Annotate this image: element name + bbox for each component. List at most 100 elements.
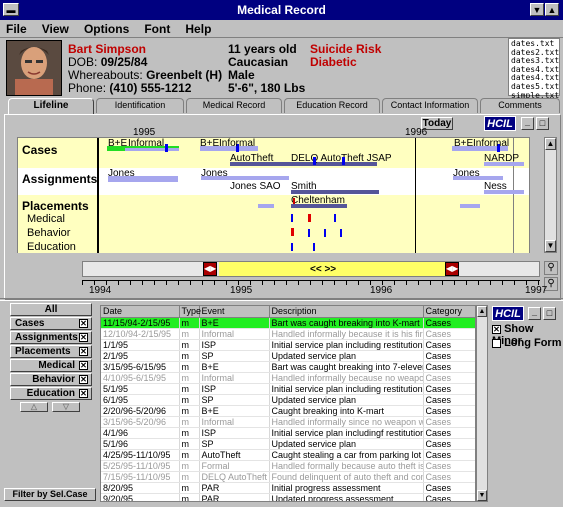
medical-event-tick[interactable]: [291, 214, 293, 222]
filter-checkbox[interactable]: ✕: [79, 347, 88, 356]
cell-description: Updated service plan: [269, 394, 424, 406]
table-scroll-up-icon[interactable]: ▲: [477, 306, 487, 317]
menu-font[interactable]: Font: [138, 20, 176, 36]
move-down-icon[interactable]: ▽: [52, 402, 80, 412]
table-scroll-down-icon[interactable]: ▼: [477, 490, 487, 501]
table-row[interactable]: 11/15/94-2/15/95 m B+E Bart was caught brea…: [101, 317, 475, 329]
scroll-down-icon[interactable]: ▼: [545, 240, 556, 252]
table-row[interactable]: 4/1/96 m ISP Initial service plan including…: [101, 427, 475, 439]
cell-category: Cases: [423, 317, 475, 329]
behavior-event-tick[interactable]: [308, 229, 310, 237]
show-minor-checkbox[interactable]: ✕: [492, 324, 501, 334]
long-form-option[interactable]: Long Form: [492, 337, 562, 349]
timeline-vscroll[interactable]: ▲ ▼: [544, 137, 557, 253]
table-vscroll[interactable]: ▲ ▼: [476, 305, 488, 502]
scroll-up-icon[interactable]: ▲: [545, 138, 556, 150]
filter-checkbox[interactable]: ✕: [79, 361, 88, 370]
assignment-bar-smith[interactable]: [291, 190, 379, 194]
cell-category: Cases: [423, 471, 475, 483]
tab-education-record[interactable]: Education Record: [284, 98, 380, 113]
column-header-event[interactable]: Event: [199, 306, 270, 318]
tab-medical-record[interactable]: Medical Record: [186, 98, 282, 113]
column-header-category[interactable]: Category: [423, 306, 475, 318]
filter-by-selected-case-button[interactable]: Filter by Sel.Case: [4, 488, 96, 501]
table-row[interactable]: 5/1/95 m ISP Initial service plan including…: [101, 383, 475, 395]
filter-cases[interactable]: Cases ✕: [10, 317, 92, 330]
behavior-event-tick[interactable]: [291, 228, 294, 236]
placement-bar[interactable]: [258, 204, 274, 208]
event-table[interactable]: Date Type Event Description Category 11/…: [100, 305, 476, 502]
table-row[interactable]: 5/1/96 m SP Updated service plan Cases: [101, 438, 475, 450]
minimize-panel-button[interactable]: _: [521, 117, 534, 130]
tab-identification[interactable]: Identification: [96, 98, 184, 113]
case-tick[interactable]: [313, 157, 316, 165]
table-row[interactable]: 7/15/95-11/10/95mDELQ AutoTheft JSFound …: [101, 471, 475, 483]
range-right-handle[interactable]: ◀▶: [445, 262, 459, 276]
case-tick[interactable]: [342, 157, 345, 165]
filter-behavior-label: Behavior: [32, 374, 75, 385]
column-header-type[interactable]: Type: [179, 306, 201, 318]
timeline-plot[interactable]: [17, 137, 530, 253]
minimize-table-button[interactable]: _: [528, 307, 541, 320]
table-row[interactable]: 4/10/95-6/15/95 m Informal Handled informal…: [101, 372, 475, 384]
minimize-icon[interactable]: ▼: [530, 3, 544, 16]
range-left-handle[interactable]: ◀▶: [203, 262, 217, 276]
table-row[interactable]: 4/25/95-11/10/95 m AutoTheft Caught stealin…: [101, 449, 475, 461]
cell-event: B+E: [199, 361, 270, 373]
menu-options[interactable]: Options: [78, 20, 135, 36]
move-up-icon[interactable]: △: [20, 402, 48, 412]
table-row[interactable]: 9/20/95 m PAR Updated progress assessment Ca…: [101, 493, 475, 501]
filter-education[interactable]: Education ✕: [10, 387, 92, 400]
whereabouts-label: Whereabouts:: [68, 68, 143, 82]
column-header-description[interactable]: Description: [269, 306, 424, 318]
education-event-tick[interactable]: [313, 243, 315, 251]
filter-assignments[interactable]: Assignments ✕: [10, 331, 92, 344]
filter-checkbox[interactable]: ✕: [79, 375, 88, 384]
table-row[interactable]: 3/15/95-6/15/95 m B+E Bart was caught break…: [101, 361, 475, 373]
maximize-panel-button[interactable]: □: [536, 117, 549, 130]
filter-checkbox[interactable]: ✕: [79, 333, 88, 342]
long-form-checkbox[interactable]: [492, 338, 501, 348]
table-row[interactable]: 5/25/95-11/10/95 m Formal Handled formally …: [101, 460, 475, 472]
maximize-table-button[interactable]: □: [543, 307, 556, 320]
table-row[interactable]: 8/20/95 m PAR Initial progress assessment Ca…: [101, 482, 475, 494]
medical-event-tick[interactable]: [334, 214, 336, 222]
placement-bar-cheltenham[interactable]: [291, 204, 347, 208]
filter-placements[interactable]: Placements ✕: [10, 345, 92, 358]
placement-marker[interactable]: [293, 198, 295, 204]
medical-event-tick[interactable]: [308, 214, 311, 222]
education-event-tick[interactable]: [291, 243, 293, 251]
filter-checkbox[interactable]: ✕: [79, 389, 88, 398]
behavior-event-tick[interactable]: [340, 229, 342, 237]
tab-lifeline[interactable]: Lifeline: [8, 98, 94, 114]
tab-comments[interactable]: Comments: [480, 98, 560, 113]
case-bar-nardp[interactable]: [484, 162, 524, 166]
assignment-bar-jones1[interactable]: [108, 176, 178, 182]
table-row[interactable]: 1/1/95 m ISP Initial service plan including…: [101, 339, 475, 351]
menu-view[interactable]: View: [36, 20, 75, 36]
menu-help[interactable]: Help: [179, 20, 217, 36]
filter-behavior[interactable]: Behavior ✕: [10, 373, 92, 386]
file-list[interactable]: dates.txt dates2.txt dates3.txt dates4.t…: [508, 38, 560, 99]
assignment-bar-jones2[interactable]: [201, 176, 289, 180]
cell-description: Handled informally since no weapon was i…: [269, 416, 424, 428]
tab-contact-information[interactable]: Contact Information: [382, 98, 478, 113]
placement-bar[interactable]: [460, 204, 480, 208]
table-row[interactable]: 2/20/96-5/20/96 m B+E Caught breaking into …: [101, 405, 475, 417]
case-tick[interactable]: [165, 144, 168, 152]
filter-medical[interactable]: Medical ✕: [10, 359, 92, 372]
table-row[interactable]: 6/1/95 m SP Updated service plan Cases: [101, 394, 475, 406]
assignment-bar-ness[interactable]: [484, 190, 524, 194]
behavior-event-tick[interactable]: [324, 229, 326, 237]
filter-all-button[interactable]: All: [10, 303, 92, 316]
table-row[interactable]: 3/15/96-5/20/96 m Informal Handled informal…: [101, 416, 475, 428]
table-row[interactable]: 12/10/94-2/15/95 m Informal Handled informa…: [101, 328, 475, 340]
assignment-bar-jones3[interactable]: [453, 176, 503, 180]
filter-checkbox[interactable]: ✕: [79, 319, 88, 328]
table-row[interactable]: 2/1/95 m SP Updated service plan Cases: [101, 350, 475, 362]
column-header-date[interactable]: Date: [101, 306, 180, 318]
cell-category: Cases: [423, 427, 475, 439]
zoom-in-icon[interactable]: ⚲: [544, 261, 558, 275]
maximize-icon[interactable]: ▲: [545, 3, 559, 16]
menu-file[interactable]: File: [0, 20, 33, 36]
